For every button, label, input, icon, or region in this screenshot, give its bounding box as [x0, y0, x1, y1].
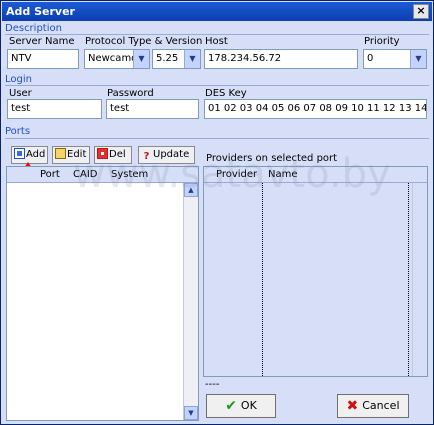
host-input[interactable]: 178.234.56.72	[204, 49, 358, 69]
ports-table-header: Port CAID System	[7, 167, 198, 183]
add-server-dialog: Add Server × Description Server Name NTV…	[0, 0, 434, 425]
ports-section-label: Ports	[5, 126, 31, 137]
protocol-label: Protocol Type & Version	[85, 36, 203, 47]
chevron-down-icon[interactable]: ▼	[133, 50, 149, 68]
providers-scrollbar[interactable]	[412, 183, 427, 376]
ok-label: OK	[240, 399, 257, 412]
host-label: Host	[205, 36, 228, 47]
cancel-label: Cancel	[362, 399, 400, 412]
ports-scrollbar[interactable]: ▲ ▼	[183, 183, 198, 420]
priority-label: Priority	[364, 36, 400, 47]
close-button[interactable]: ×	[413, 4, 429, 19]
user-input[interactable]: test	[7, 99, 102, 119]
column-header-caid: CAID	[73, 169, 98, 180]
edit-port-label: Edit	[67, 149, 87, 160]
column-divider	[262, 183, 263, 376]
user-label: User	[9, 88, 32, 99]
description-divider	[5, 34, 429, 35]
providers-status: ----	[205, 379, 220, 390]
server-name-label: Server Name	[9, 36, 75, 47]
providers-table-header: Provider Name	[204, 167, 427, 183]
column-header-name: Name	[268, 169, 298, 180]
checkmark-icon: ✔	[225, 398, 237, 414]
title-bar: Add Server ×	[2, 2, 432, 21]
protocol-select-value: Newcamd	[88, 53, 138, 64]
column-header-system: System	[111, 169, 149, 180]
ports-divider	[5, 138, 429, 139]
ports-table[interactable]: Port CAID System ▲ ▼	[6, 166, 199, 421]
scroll-down-icon[interactable]: ▼	[184, 406, 198, 420]
add-port-label: Add	[26, 149, 46, 160]
edit-port-button[interactable]: Edit	[52, 146, 90, 164]
password-input[interactable]: test	[106, 99, 199, 119]
cancel-button[interactable]: ✖ Cancel	[337, 394, 409, 418]
login-divider	[5, 85, 429, 86]
providers-table[interactable]: Providers on selected port Provider Name	[203, 153, 428, 377]
priority-select[interactable]: 0 ▼	[363, 49, 427, 69]
priority-select-value: 0	[367, 53, 374, 64]
update-port-button[interactable]: ? Update	[138, 146, 195, 164]
delete-icon	[97, 148, 108, 159]
column-header-port: Port	[40, 169, 60, 180]
update-port-label: Update	[153, 149, 190, 160]
password-label: Password	[107, 88, 154, 99]
version-select[interactable]: 5.25 ▼	[152, 49, 201, 69]
ok-button[interactable]: ✔ OK	[206, 394, 276, 418]
description-section-label: Description	[5, 23, 62, 34]
window-title: Add Server	[6, 5, 75, 18]
cancel-x-icon: ✖	[346, 398, 359, 414]
delete-port-button[interactable]: Del	[94, 146, 132, 164]
chevron-down-icon[interactable]: ▼	[184, 50, 200, 68]
column-header-provider: Provider	[216, 169, 258, 180]
des-key-input[interactable]: 01 02 03 04 05 06 07 08 09 10 11 12 13 1…	[204, 99, 427, 119]
add-icon	[14, 148, 25, 159]
edit-icon	[55, 148, 66, 159]
chevron-down-icon[interactable]: ▼	[410, 50, 426, 68]
scroll-up-icon[interactable]: ▲	[184, 183, 198, 197]
providers-title: Providers on selected port	[206, 153, 338, 164]
update-icon: ?	[143, 151, 150, 162]
server-name-input[interactable]: NTV	[7, 49, 79, 69]
protocol-select[interactable]: Newcamd ▼	[84, 49, 150, 69]
version-select-value: 5.25	[156, 53, 179, 64]
delete-port-label: Del	[109, 149, 126, 160]
login-section-label: Login	[5, 74, 32, 85]
des-key-label: DES Key	[205, 88, 247, 99]
column-divider	[408, 183, 409, 376]
